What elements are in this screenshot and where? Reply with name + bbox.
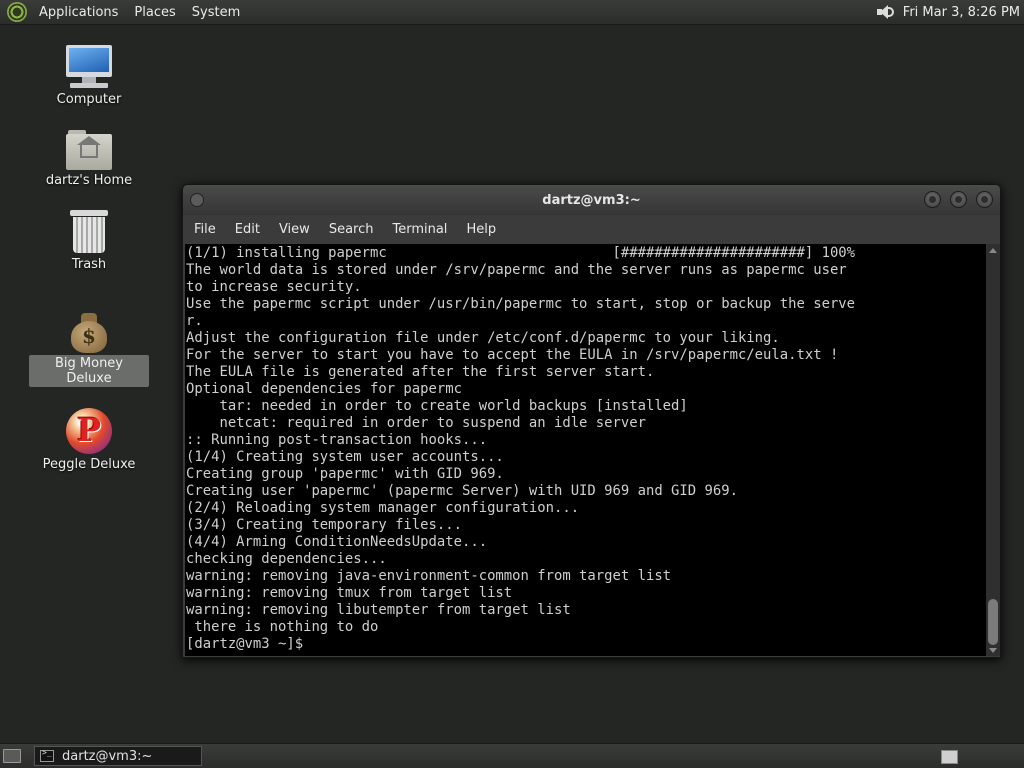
desktop-icon-home[interactable]: dartz's Home — [29, 130, 149, 189]
desktop-icon-label: Big Money Deluxe — [29, 355, 149, 387]
terminal-line: warning: removing java-environment-commo… — [186, 568, 672, 584]
terminal-line: checking dependencies... — [186, 551, 387, 567]
terminal-line: tar: needed in order to create world bac… — [186, 398, 688, 414]
minimize-button[interactable] — [924, 191, 941, 208]
terminal-line: Optional dependencies for papermc — [186, 381, 462, 397]
panel-tray: Fri Mar 3, 8:26 PM — [875, 4, 1020, 20]
terminal-text: (1/1) installing papermc [##############… — [185, 244, 986, 653]
top-panel: Applications Places System Fri Mar 3, 8:… — [0, 0, 1024, 25]
scroll-up-arrow-icon[interactable] — [989, 248, 997, 253]
computer-icon — [64, 45, 114, 89]
menu-view[interactable]: View — [271, 220, 318, 239]
scroll-down-arrow-icon[interactable] — [989, 648, 997, 653]
terminal-icon — [40, 748, 54, 762]
distro-logo-icon[interactable] — [7, 2, 27, 22]
terminal-line: warning: removing libutempter from targe… — [186, 602, 571, 618]
desktop-icon-label: Peggle Deluxe — [42, 457, 136, 472]
desktop-icon-big-money-deluxe[interactable]: $ Big Money Deluxe — [29, 311, 149, 387]
terminal-line: netcat: required in order to suspend an … — [186, 415, 646, 431]
scrollbar-thumb[interactable] — [988, 599, 998, 645]
menu-search[interactable]: Search — [321, 220, 382, 239]
terminal-line: there is nothing to do — [186, 619, 379, 635]
menu-applications[interactable]: Applications — [37, 3, 120, 22]
terminal-line: For the server to start you have to acce… — [186, 347, 839, 363]
maximize-button[interactable] — [950, 191, 967, 208]
desktop-icon-peggle-deluxe[interactable]: P Peggle Deluxe — [29, 408, 149, 473]
volume-icon[interactable] — [875, 4, 895, 20]
home-folder-icon — [66, 130, 112, 170]
terminal-line: Use the papermc script under /usr/bin/pa… — [186, 296, 856, 312]
money-bag-icon: $ — [69, 311, 109, 353]
desktop-icon-label: Trash — [71, 257, 107, 272]
window-title: dartz@vm3:~ — [542, 193, 641, 208]
terminal-line: to increase security. — [186, 279, 362, 295]
terminal-line: The EULA file is generated after the fir… — [186, 364, 655, 380]
menu-terminal[interactable]: Terminal — [384, 220, 455, 239]
terminal-line: warning: removing tmux from target list — [186, 585, 513, 601]
terminal-line: [dartz@vm3 ~]$ — [186, 636, 312, 652]
menu-file[interactable]: File — [186, 220, 224, 239]
terminal-window[interactable]: dartz@vm3:~ File Edit View Search Termin… — [182, 184, 1001, 658]
terminal-line: (2/4) Reloading system manager configura… — [186, 500, 580, 516]
window-titlebar[interactable]: dartz@vm3:~ — [183, 185, 1000, 215]
terminal-line: The world data is stored under /srv/pape… — [186, 262, 847, 278]
taskbar-terminal-button[interactable]: dartz@vm3:~ — [34, 746, 202, 766]
trash-icon — [70, 210, 108, 254]
desktop-icon-label: Computer — [56, 92, 122, 107]
terminal-line: (1/4) Creating system user accounts... — [186, 449, 504, 465]
terminal-line: Adjust the configuration file under /etc… — [186, 330, 780, 346]
terminal-menubar: File Edit View Search Terminal Help — [183, 215, 1000, 244]
menu-edit[interactable]: Edit — [227, 220, 268, 239]
show-desktop-icon[interactable] — [3, 749, 21, 763]
clock[interactable]: Fri Mar 3, 8:26 PM — [903, 5, 1020, 20]
menu-places[interactable]: Places — [132, 3, 177, 22]
close-button[interactable] — [976, 191, 993, 208]
workspace-switcher[interactable] — [941, 750, 958, 764]
peggle-icon: P — [66, 408, 112, 454]
menu-system[interactable]: System — [190, 3, 242, 22]
taskbar-button-label: dartz@vm3:~ — [62, 748, 153, 764]
terminal-line: (4/4) Arming ConditionNeedsUpdate... — [186, 534, 488, 550]
terminal-line: :: Running post-transaction hooks... — [186, 432, 488, 448]
terminal-line: Creating group 'papermc' with GID 969. — [186, 466, 504, 482]
desktop-icon-computer[interactable]: Computer — [29, 45, 149, 108]
terminal-line: Creating user 'papermc' (papermc Server)… — [186, 483, 738, 499]
terminal-line: r. — [186, 313, 203, 329]
terminal-line: (3/4) Creating temporary files... — [186, 517, 462, 533]
desktop-icon-label: dartz's Home — [45, 173, 133, 188]
desktop-icon-trash[interactable]: Trash — [29, 210, 149, 273]
bottom-panel: dartz@vm3:~ — [0, 743, 1024, 768]
terminal-line: (1/1) installing papermc [##############… — [186, 245, 856, 261]
terminal-output[interactable]: (1/1) installing papermc [##############… — [185, 244, 986, 656]
menu-help[interactable]: Help — [458, 220, 504, 239]
terminal-scrollbar[interactable] — [986, 244, 1000, 656]
